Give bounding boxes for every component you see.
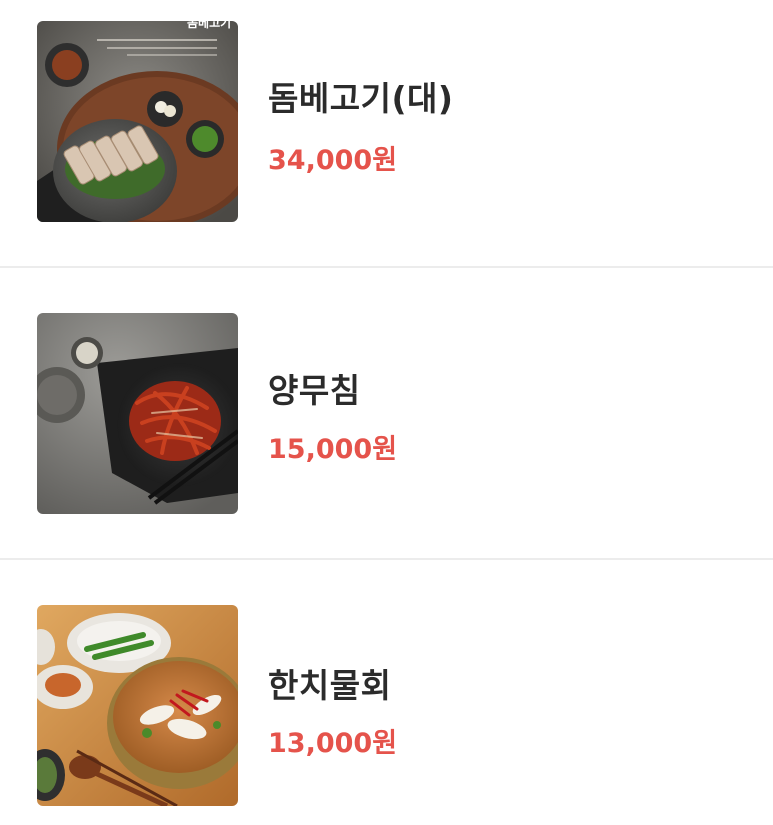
menu-item-name: 양무침 bbox=[268, 371, 361, 410]
menu-item-image[interactable]: 돔베고기 bbox=[37, 21, 238, 222]
menu-item-dombe-gogi[interactable]: 돔베고기 돔베고기(대) 34,000원 bbox=[0, 0, 773, 240]
divider bbox=[0, 558, 773, 560]
menu-list: 돔베고기 돔베고기(대) 34,000원 양무침 15,000원 한치물회 13… bbox=[0, 0, 773, 825]
menu-item-image[interactable] bbox=[37, 313, 238, 514]
pork-platter-photo: 돔베고기 bbox=[37, 21, 238, 222]
menu-item-price: 34,000원 bbox=[268, 145, 398, 176]
menu-item-name: 돔베고기(대) bbox=[268, 79, 454, 118]
menu-item-price: 15,000원 bbox=[268, 434, 398, 465]
menu-item-price: 13,000원 bbox=[268, 728, 398, 759]
spicy-tripe-salad-photo bbox=[37, 313, 238, 514]
menu-item-name: 한치물회 bbox=[268, 666, 392, 705]
image-label: 돔베고기 bbox=[187, 21, 231, 30]
menu-item-hanchi-mulhoe[interactable]: 한치물회 13,000원 bbox=[0, 584, 773, 824]
menu-item-yang-muchim[interactable]: 양무침 15,000원 bbox=[0, 292, 773, 532]
divider bbox=[0, 266, 773, 268]
menu-item-image[interactable] bbox=[37, 605, 238, 806]
cold-squid-soup-photo bbox=[37, 605, 238, 806]
